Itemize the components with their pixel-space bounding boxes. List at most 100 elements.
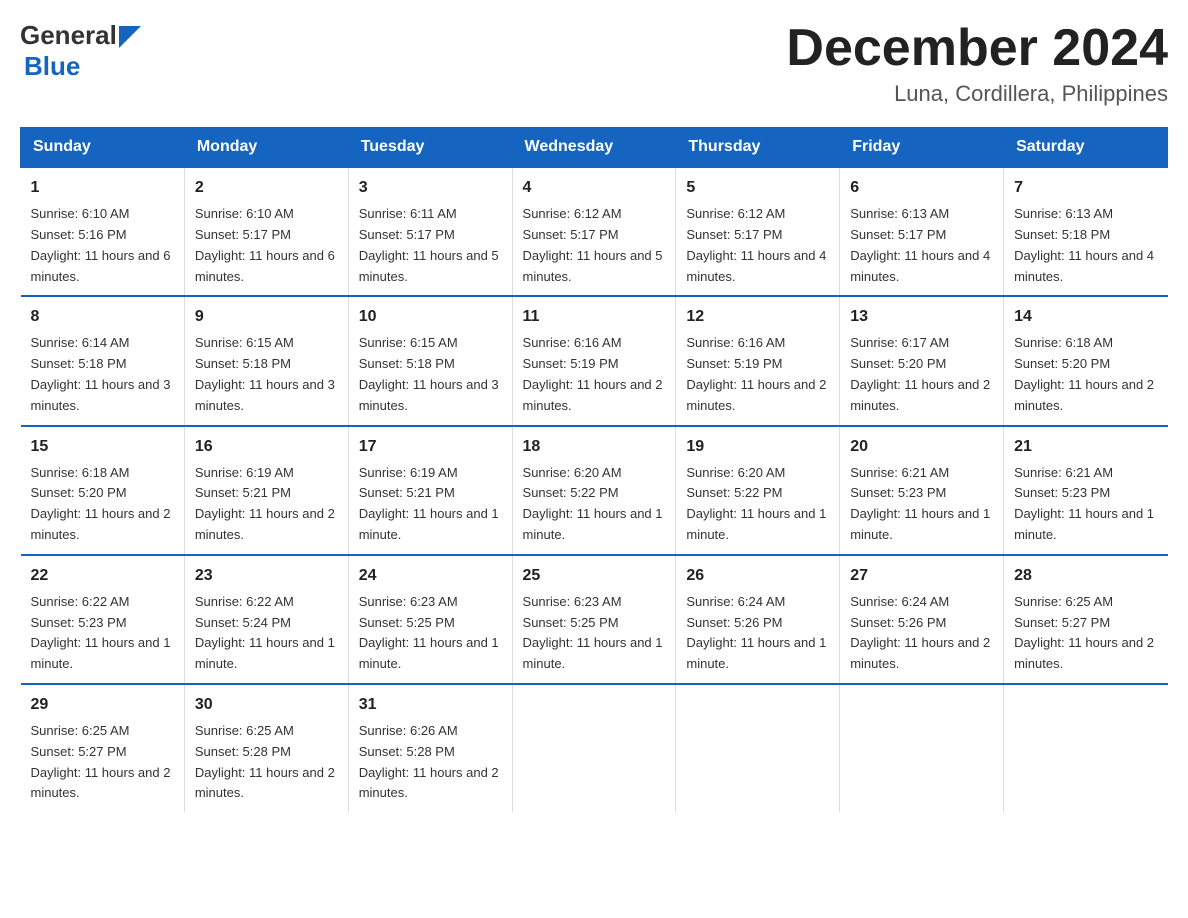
day-info: Sunrise: 6:15 AMSunset: 5:18 PMDaylight:…: [359, 335, 499, 412]
day-info: Sunrise: 6:12 AMSunset: 5:17 PMDaylight:…: [686, 206, 826, 283]
day-info: Sunrise: 6:14 AMSunset: 5:18 PMDaylight:…: [31, 335, 171, 412]
calendar-cell: 14 Sunrise: 6:18 AMSunset: 5:20 PMDaylig…: [1004, 296, 1168, 425]
day-info: Sunrise: 6:17 AMSunset: 5:20 PMDaylight:…: [850, 335, 990, 412]
day-info: Sunrise: 6:20 AMSunset: 5:22 PMDaylight:…: [523, 465, 663, 542]
logo-arrow-icon: [119, 26, 141, 48]
calendar-cell: 18 Sunrise: 6:20 AMSunset: 5:22 PMDaylig…: [512, 426, 676, 555]
day-number: 10: [359, 305, 502, 329]
day-info: Sunrise: 6:12 AMSunset: 5:17 PMDaylight:…: [523, 206, 663, 283]
calendar-cell: 25 Sunrise: 6:23 AMSunset: 5:25 PMDaylig…: [512, 555, 676, 684]
calendar-cell: 13 Sunrise: 6:17 AMSunset: 5:20 PMDaylig…: [840, 296, 1004, 425]
calendar-cell: 24 Sunrise: 6:23 AMSunset: 5:25 PMDaylig…: [348, 555, 512, 684]
day-of-week-monday: Monday: [184, 128, 348, 168]
day-info: Sunrise: 6:13 AMSunset: 5:18 PMDaylight:…: [1014, 206, 1154, 283]
day-info: Sunrise: 6:10 AMSunset: 5:17 PMDaylight:…: [195, 206, 335, 283]
day-of-week-tuesday: Tuesday: [348, 128, 512, 168]
day-number: 5: [686, 176, 829, 200]
day-number: 6: [850, 176, 993, 200]
day-number: 26: [686, 564, 829, 588]
calendar-week-5: 29 Sunrise: 6:25 AMSunset: 5:27 PMDaylig…: [21, 684, 1168, 812]
calendar-cell: 16 Sunrise: 6:19 AMSunset: 5:21 PMDaylig…: [184, 426, 348, 555]
calendar-cell: [676, 684, 840, 812]
day-number: 30: [195, 693, 338, 717]
day-number: 2: [195, 176, 338, 200]
calendar-cell: 30 Sunrise: 6:25 AMSunset: 5:28 PMDaylig…: [184, 684, 348, 812]
day-number: 11: [523, 305, 666, 329]
calendar-cell: 10 Sunrise: 6:15 AMSunset: 5:18 PMDaylig…: [348, 296, 512, 425]
day-of-week-friday: Friday: [840, 128, 1004, 168]
day-info: Sunrise: 6:25 AMSunset: 5:27 PMDaylight:…: [1014, 594, 1154, 671]
day-info: Sunrise: 6:10 AMSunset: 5:16 PMDaylight:…: [31, 206, 171, 283]
day-number: 19: [686, 435, 829, 459]
calendar-cell: 12 Sunrise: 6:16 AMSunset: 5:19 PMDaylig…: [676, 296, 840, 425]
day-number: 22: [31, 564, 174, 588]
day-info: Sunrise: 6:11 AMSunset: 5:17 PMDaylight:…: [359, 206, 499, 283]
day-info: Sunrise: 6:16 AMSunset: 5:19 PMDaylight:…: [523, 335, 663, 412]
calendar-body: 1 Sunrise: 6:10 AMSunset: 5:16 PMDayligh…: [21, 167, 1168, 812]
day-info: Sunrise: 6:18 AMSunset: 5:20 PMDaylight:…: [31, 465, 171, 542]
calendar-cell: [512, 684, 676, 812]
day-of-week-saturday: Saturday: [1004, 128, 1168, 168]
calendar-cell: 23 Sunrise: 6:22 AMSunset: 5:24 PMDaylig…: [184, 555, 348, 684]
day-number: 13: [850, 305, 993, 329]
calendar-cell: 11 Sunrise: 6:16 AMSunset: 5:19 PMDaylig…: [512, 296, 676, 425]
calendar-cell: 19 Sunrise: 6:20 AMSunset: 5:22 PMDaylig…: [676, 426, 840, 555]
calendar-cell: 26 Sunrise: 6:24 AMSunset: 5:26 PMDaylig…: [676, 555, 840, 684]
title-block: December 2024 Luna, Cordillera, Philippi…: [786, 20, 1168, 107]
calendar-week-4: 22 Sunrise: 6:22 AMSunset: 5:23 PMDaylig…: [21, 555, 1168, 684]
day-of-week-wednesday: Wednesday: [512, 128, 676, 168]
calendar-cell: 3 Sunrise: 6:11 AMSunset: 5:17 PMDayligh…: [348, 167, 512, 296]
calendar-cell: 4 Sunrise: 6:12 AMSunset: 5:17 PMDayligh…: [512, 167, 676, 296]
day-number: 9: [195, 305, 338, 329]
calendar-cell: 8 Sunrise: 6:14 AMSunset: 5:18 PMDayligh…: [21, 296, 185, 425]
day-number: 4: [523, 176, 666, 200]
calendar-header: SundayMondayTuesdayWednesdayThursdayFrid…: [21, 128, 1168, 168]
calendar-table: SundayMondayTuesdayWednesdayThursdayFrid…: [20, 127, 1168, 812]
day-info: Sunrise: 6:24 AMSunset: 5:26 PMDaylight:…: [686, 594, 826, 671]
calendar-cell: 29 Sunrise: 6:25 AMSunset: 5:27 PMDaylig…: [21, 684, 185, 812]
month-title: December 2024: [786, 20, 1168, 77]
calendar-cell: 5 Sunrise: 6:12 AMSunset: 5:17 PMDayligh…: [676, 167, 840, 296]
calendar-cell: 15 Sunrise: 6:18 AMSunset: 5:20 PMDaylig…: [21, 426, 185, 555]
calendar-week-1: 1 Sunrise: 6:10 AMSunset: 5:16 PMDayligh…: [21, 167, 1168, 296]
day-info: Sunrise: 6:21 AMSunset: 5:23 PMDaylight:…: [850, 465, 990, 542]
day-info: Sunrise: 6:24 AMSunset: 5:26 PMDaylight:…: [850, 594, 990, 671]
day-info: Sunrise: 6:19 AMSunset: 5:21 PMDaylight:…: [195, 465, 335, 542]
logo-general-text: General: [20, 20, 117, 51]
location-title: Luna, Cordillera, Philippines: [786, 81, 1168, 107]
calendar-week-2: 8 Sunrise: 6:14 AMSunset: 5:18 PMDayligh…: [21, 296, 1168, 425]
day-number: 8: [31, 305, 174, 329]
calendar-cell: 21 Sunrise: 6:21 AMSunset: 5:23 PMDaylig…: [1004, 426, 1168, 555]
day-number: 1: [31, 176, 174, 200]
calendar-cell: 1 Sunrise: 6:10 AMSunset: 5:16 PMDayligh…: [21, 167, 185, 296]
day-number: 18: [523, 435, 666, 459]
day-number: 27: [850, 564, 993, 588]
day-number: 17: [359, 435, 502, 459]
day-info: Sunrise: 6:22 AMSunset: 5:24 PMDaylight:…: [195, 594, 335, 671]
day-info: Sunrise: 6:25 AMSunset: 5:28 PMDaylight:…: [195, 723, 335, 800]
day-of-week-sunday: Sunday: [21, 128, 185, 168]
calendar-cell: 27 Sunrise: 6:24 AMSunset: 5:26 PMDaylig…: [840, 555, 1004, 684]
calendar-cell: 22 Sunrise: 6:22 AMSunset: 5:23 PMDaylig…: [21, 555, 185, 684]
day-number: 16: [195, 435, 338, 459]
calendar-cell: 31 Sunrise: 6:26 AMSunset: 5:28 PMDaylig…: [348, 684, 512, 812]
calendar-cell: 7 Sunrise: 6:13 AMSunset: 5:18 PMDayligh…: [1004, 167, 1168, 296]
calendar-cell: [1004, 684, 1168, 812]
day-number: 3: [359, 176, 502, 200]
calendar-cell: [840, 684, 1004, 812]
logo: General Blue: [20, 20, 141, 82]
day-number: 12: [686, 305, 829, 329]
day-info: Sunrise: 6:23 AMSunset: 5:25 PMDaylight:…: [523, 594, 663, 671]
day-number: 7: [1014, 176, 1157, 200]
days-of-week-row: SundayMondayTuesdayWednesdayThursdayFrid…: [21, 128, 1168, 168]
calendar-cell: 20 Sunrise: 6:21 AMSunset: 5:23 PMDaylig…: [840, 426, 1004, 555]
page-header: General Blue December 2024 Luna, Cordill…: [20, 20, 1168, 107]
day-info: Sunrise: 6:18 AMSunset: 5:20 PMDaylight:…: [1014, 335, 1154, 412]
calendar-cell: 2 Sunrise: 6:10 AMSunset: 5:17 PMDayligh…: [184, 167, 348, 296]
day-info: Sunrise: 6:19 AMSunset: 5:21 PMDaylight:…: [359, 465, 499, 542]
day-info: Sunrise: 6:23 AMSunset: 5:25 PMDaylight:…: [359, 594, 499, 671]
day-number: 28: [1014, 564, 1157, 588]
calendar-week-3: 15 Sunrise: 6:18 AMSunset: 5:20 PMDaylig…: [21, 426, 1168, 555]
day-info: Sunrise: 6:21 AMSunset: 5:23 PMDaylight:…: [1014, 465, 1154, 542]
day-info: Sunrise: 6:13 AMSunset: 5:17 PMDaylight:…: [850, 206, 990, 283]
